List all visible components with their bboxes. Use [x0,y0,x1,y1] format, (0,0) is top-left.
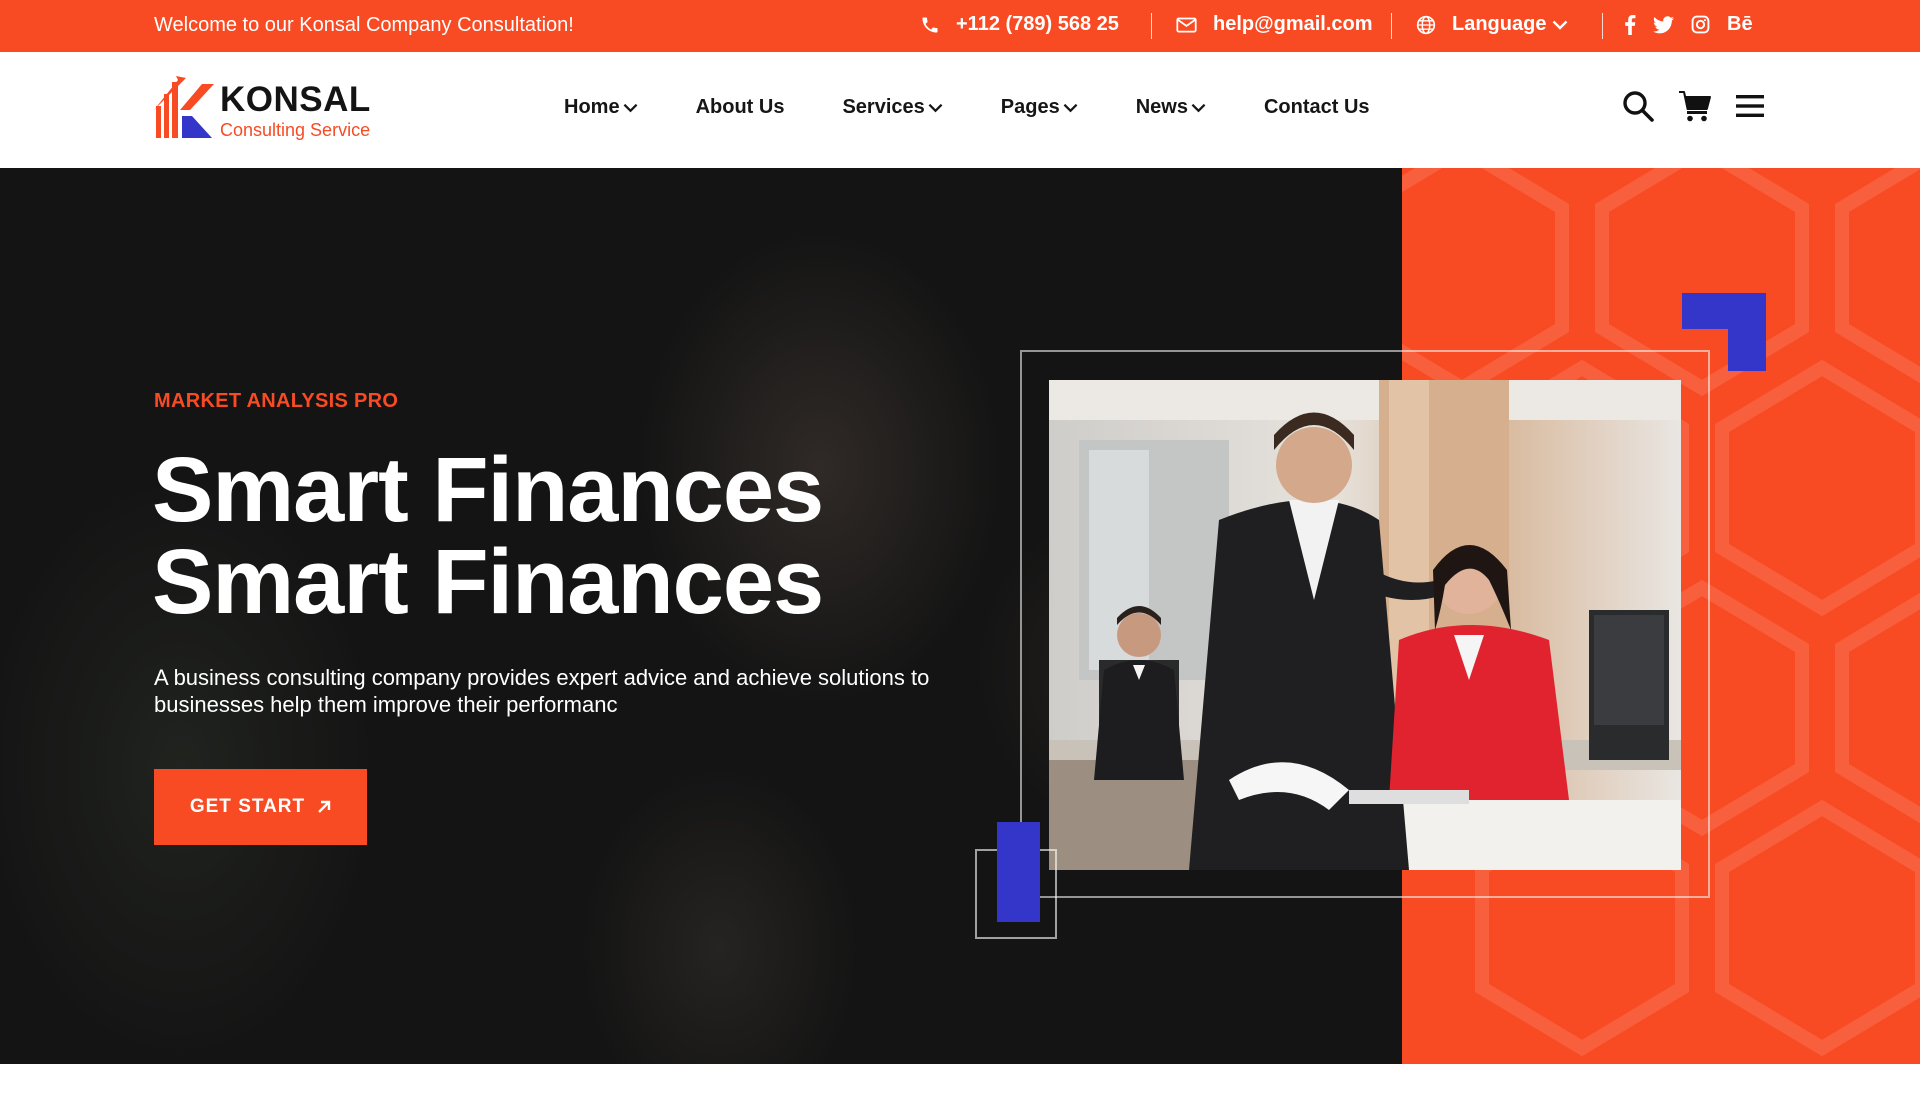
chevron-down-icon [928,103,943,112]
cart-icon[interactable] [1678,90,1712,127]
button-label: GET START [189,796,306,817]
envelope-icon [1176,17,1197,32]
chevron-down-icon [1553,20,1568,30]
logo[interactable]: KONSAL Consulting Service [152,76,392,140]
nav-item-news[interactable]: News [1136,96,1206,119]
facebook-icon[interactable] [1624,14,1636,35]
hero-photo [1049,380,1681,870]
menu-icon[interactable] [1736,93,1764,124]
hero-section: MARKET ANALYSIS PRO Smart Finances Smart… [0,168,1920,1064]
get-start-button[interactable]: GET START [154,769,367,845]
headline-line: Smart Finances [152,531,824,633]
nav-label: Home [564,96,620,118]
chevron-down-icon [1191,103,1206,112]
language-dropdown[interactable]: Language [1416,13,1568,36]
hero-headline: Smart Finances Smart Finances [152,439,824,633]
welcome-text: Welcome to our Konsal Company Consultati… [154,14,574,36]
arrow-up-right-icon [318,800,331,813]
search-icon[interactable] [1622,90,1654,127]
nav-item-about-us[interactable]: About Us [696,96,785,119]
divider [1151,13,1152,39]
nav-label: Pages [1000,96,1060,118]
language-label: Language [1452,13,1547,35]
hero-eyebrow: MARKET ANALYSIS PRO [154,390,399,412]
globe-icon [1416,15,1436,34]
logo-tagline: Consulting Service [220,120,371,140]
headline-line: Smart Finances [152,439,824,541]
site-header: KONSAL Consulting Service Home About Us … [0,52,1920,168]
phone-number: +112 (789) 568 25 [956,13,1119,35]
nav-item-home[interactable]: Home [564,96,638,119]
email-address: help@gmail.com [1213,13,1373,35]
header-actions [1622,90,1788,127]
divider [1391,13,1392,39]
nav-label: News [1135,96,1188,118]
nav-item-contact-us[interactable]: Contact Us [1264,96,1370,119]
top-bar: Welcome to our Konsal Company Consultati… [0,0,1920,52]
office-meeting-photo [1049,380,1681,870]
decor-blue-corner [1682,293,1766,371]
chevron-down-icon [623,103,637,112]
decor-blue-bar [997,822,1040,922]
instagram-icon[interactable] [1691,15,1710,34]
behance-icon[interactable]: Bē [1727,13,1753,36]
nav-item-pages[interactable]: Pages [1001,96,1078,119]
nav-label: About Us [695,96,785,118]
logo-name: KONSAL [220,80,371,119]
email-link[interactable]: help@gmail.com [1176,13,1373,36]
phone-icon [922,17,938,32]
nav-label: Services [842,96,925,118]
hero-description: A business consulting company provides e… [154,665,930,717]
phone-link[interactable]: +112 (789) 568 25 [920,13,1119,36]
social-links: Bē [1624,13,1770,36]
main-nav: Home About Us Services Pages News Contac… [564,96,1428,119]
nav-item-services[interactable]: Services [842,96,943,119]
logo-mark-icon [154,76,214,138]
divider [1602,13,1603,39]
chevron-down-icon [1063,103,1078,112]
nav-label: Contact Us [1263,96,1370,118]
twitter-icon[interactable] [1653,15,1674,34]
